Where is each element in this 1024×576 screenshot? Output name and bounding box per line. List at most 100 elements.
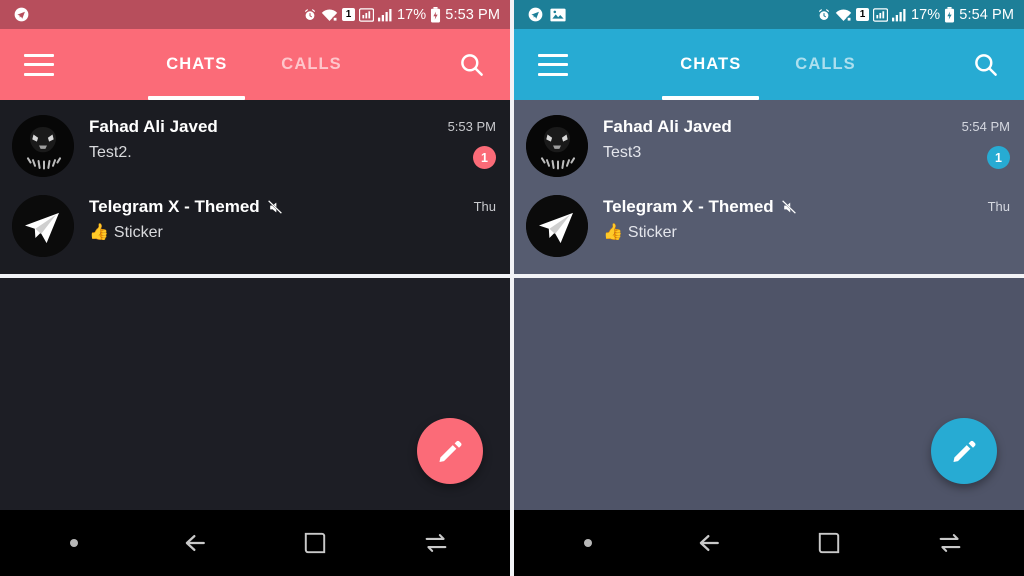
sim-badge-icon: 1 bbox=[341, 8, 355, 21]
chat-preview-text: Sticker bbox=[113, 224, 163, 241]
dot-indicator-icon[interactable] bbox=[46, 519, 102, 567]
chat-title: Fahad Ali Javed bbox=[89, 117, 218, 136]
compose-fab-button[interactable] bbox=[417, 418, 483, 484]
signal-strength-icon bbox=[872, 7, 888, 22]
tab-chats[interactable]: CHATS bbox=[662, 29, 760, 100]
wifi-icon bbox=[321, 8, 338, 22]
chat-preview: Test3 bbox=[603, 144, 956, 162]
chat-title: Fahad Ali Javed bbox=[603, 117, 732, 136]
clock-label: 5:53 PM bbox=[445, 6, 500, 23]
recents-swap-icon[interactable] bbox=[922, 519, 978, 567]
chat-item-meta: Thu bbox=[442, 195, 496, 214]
battery-icon bbox=[430, 6, 441, 23]
clock-label: 5:54 PM bbox=[959, 6, 1014, 23]
gallery-image-icon bbox=[550, 8, 566, 22]
thumbs-up-icon: 👍 bbox=[603, 224, 623, 241]
telegram-icon bbox=[14, 7, 29, 22]
chat-timestamp: Thu bbox=[987, 199, 1010, 214]
tab-strip: CHATS CALLS bbox=[54, 29, 454, 100]
signal-strength-icon bbox=[358, 7, 374, 22]
chat-list: Fahad Ali Javed Test3 5:54 PM 1 Telegram… bbox=[514, 100, 1024, 274]
chat-preview: 👍 Sticker bbox=[89, 224, 442, 242]
chat-list-item[interactable]: Fahad Ali Javed Test3 5:54 PM 1 bbox=[514, 106, 1024, 186]
chat-item-title-row: Telegram X - Themed bbox=[89, 197, 442, 217]
hamburger-icon[interactable] bbox=[24, 53, 54, 76]
search-icon[interactable] bbox=[454, 48, 488, 82]
battery-icon bbox=[944, 6, 955, 23]
chat-title: Telegram X - Themed bbox=[603, 197, 774, 216]
black-panther-avatar bbox=[526, 115, 588, 177]
empty-chat-area bbox=[514, 278, 1024, 510]
chat-item-content: Fahad Ali Javed Test2. bbox=[74, 115, 442, 162]
chat-preview-text: Test3 bbox=[603, 144, 642, 161]
app-bar: CHATS CALLS bbox=[0, 29, 510, 100]
status-bar-system-icons: 1 17% 5:54 PM bbox=[817, 6, 1014, 23]
chat-item-meta: 5:54 PM 1 bbox=[956, 115, 1010, 169]
empty-chat-area bbox=[0, 278, 510, 510]
chat-timestamp: 5:53 PM bbox=[447, 119, 496, 134]
chat-list-item[interactable]: Telegram X - Themed 👍 Sticker Thu bbox=[0, 186, 510, 266]
chat-list-item[interactable]: Telegram X - Themed 👍 Sticker Thu bbox=[514, 186, 1024, 266]
chat-list: Fahad Ali Javed Test2. 5:53 PM 1 Telegra… bbox=[0, 100, 510, 274]
signal-bars-icon bbox=[377, 8, 393, 22]
chat-item-meta: Thu bbox=[956, 195, 1010, 214]
battery-percent-label: 17% bbox=[396, 6, 427, 23]
unread-count-badge: 1 bbox=[473, 146, 496, 169]
app-bar: CHATS CALLS bbox=[514, 29, 1024, 100]
hamburger-icon[interactable] bbox=[538, 53, 568, 76]
chat-item-title-row: Telegram X - Themed bbox=[603, 197, 956, 217]
alarm-icon bbox=[817, 8, 831, 22]
phone-screen-right: 1 17% 5:54 PM CHATS CALLS Fahad Ali Jave… bbox=[514, 0, 1024, 576]
back-arrow-icon[interactable] bbox=[167, 519, 223, 567]
tab-chats-label: CHATS bbox=[680, 55, 742, 73]
search-icon[interactable] bbox=[968, 48, 1002, 82]
chat-preview: 👍 Sticker bbox=[603, 224, 956, 242]
sim-badge-icon: 1 bbox=[855, 8, 869, 21]
telegram-avatar bbox=[526, 195, 588, 257]
mute-icon bbox=[781, 199, 798, 216]
chat-item-content: Telegram X - Themed 👍 Sticker bbox=[74, 195, 442, 242]
tab-calls[interactable]: CALLS bbox=[791, 29, 860, 100]
chat-item-content: Fahad Ali Javed Test3 bbox=[588, 115, 956, 162]
status-bar-notification-icons bbox=[14, 7, 303, 22]
telegram-icon bbox=[528, 7, 543, 22]
tab-active-indicator bbox=[662, 96, 760, 100]
chat-preview: Test2. bbox=[89, 144, 442, 162]
chat-timestamp: 5:54 PM bbox=[961, 119, 1010, 134]
status-bar: 1 17% 5:53 PM bbox=[0, 0, 510, 29]
recents-swap-icon[interactable] bbox=[408, 519, 464, 567]
home-square-icon[interactable] bbox=[801, 519, 857, 567]
tab-chats[interactable]: CHATS bbox=[148, 29, 246, 100]
tab-calls-label: CALLS bbox=[281, 55, 342, 73]
tab-calls[interactable]: CALLS bbox=[277, 29, 346, 100]
chat-item-content: Telegram X - Themed 👍 Sticker bbox=[588, 195, 956, 242]
dual-screenshot-comparison: 1 17% 5:53 PM CHATS CALLS Fahad Ali Jave… bbox=[0, 0, 1024, 576]
tab-strip: CHATS CALLS bbox=[568, 29, 968, 100]
battery-percent-label: 17% bbox=[910, 6, 941, 23]
chat-item-meta: 5:53 PM 1 bbox=[442, 115, 496, 169]
phone-screen-left: 1 17% 5:53 PM CHATS CALLS Fahad Ali Jave… bbox=[0, 0, 510, 576]
android-navigation-bar bbox=[514, 510, 1024, 576]
status-bar: 1 17% 5:54 PM bbox=[514, 0, 1024, 29]
home-square-icon[interactable] bbox=[287, 519, 343, 567]
compose-fab-button[interactable] bbox=[931, 418, 997, 484]
signal-bars-icon bbox=[891, 8, 907, 22]
thumbs-up-icon: 👍 bbox=[89, 224, 109, 241]
android-navigation-bar bbox=[0, 510, 510, 576]
alarm-icon bbox=[303, 8, 317, 22]
chat-title: Telegram X - Themed bbox=[89, 197, 260, 216]
unread-count-badge: 1 bbox=[987, 146, 1010, 169]
chat-timestamp: Thu bbox=[473, 199, 496, 214]
tab-chats-label: CHATS bbox=[166, 55, 228, 73]
status-bar-notification-icons bbox=[528, 7, 817, 22]
back-arrow-icon[interactable] bbox=[681, 519, 737, 567]
tab-active-indicator bbox=[148, 96, 246, 100]
chat-preview-text: Test2. bbox=[89, 144, 132, 161]
chat-item-title-row: Fahad Ali Javed bbox=[603, 117, 956, 137]
status-bar-system-icons: 1 17% 5:53 PM bbox=[303, 6, 500, 23]
wifi-icon bbox=[835, 8, 852, 22]
chat-list-item[interactable]: Fahad Ali Javed Test2. 5:53 PM 1 bbox=[0, 106, 510, 186]
black-panther-avatar bbox=[12, 115, 74, 177]
tab-calls-label: CALLS bbox=[795, 55, 856, 73]
dot-indicator-icon[interactable] bbox=[560, 519, 616, 567]
